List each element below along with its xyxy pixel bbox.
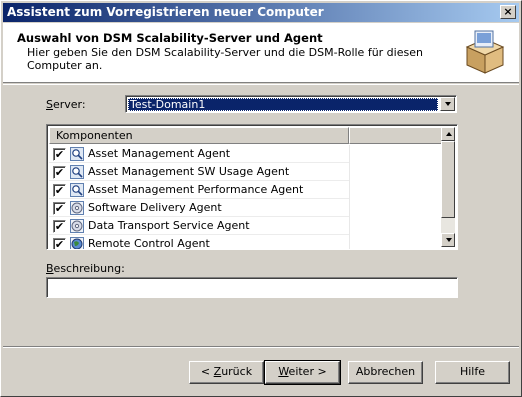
header-title: Auswahl von DSM Scalability-Server und A… [17,31,323,45]
window-title: Assistent zum Vorregistrieren neuer Comp… [7,5,324,19]
description-field[interactable] [46,277,458,298]
column-header-components[interactable]: Komponenten [49,127,349,144]
column-divider [349,181,350,199]
chevron-down-icon [446,238,452,242]
help-button[interactable]: Hilfe [435,361,510,384]
checkbox[interactable]: ✔ [53,148,66,161]
server-label: Server: [46,98,86,111]
list-item-label: Asset Management Agent [88,147,231,160]
scroll-up-button[interactable] [441,127,455,141]
list-item-label: Remote Control Agent [88,237,210,250]
title-bar: Assistent zum Vorregistrieren neuer Comp… [3,3,519,22]
vertical-scrollbar[interactable] [441,127,455,247]
wizard-header: Auswahl von DSM Scalability-Server und A… [3,23,519,83]
list-item[interactable]: ✔ Asset Management Agent [49,145,443,163]
wizard-window: Assistent zum Vorregistrieren neuer Comp… [0,0,522,397]
column-divider [349,199,350,217]
list-item-label: Asset Management SW Usage Agent [88,165,290,178]
box-icon [465,30,505,74]
server-select[interactable]: Test-Domain1 [125,95,457,113]
list-header: Komponenten [49,127,443,144]
list-item[interactable]: ✔ Asset Management SW Usage Agent [49,163,443,181]
server-select-value: Test-Domain1 [128,98,438,111]
globe-icon [70,237,84,249]
magnifier-icon [70,165,84,179]
back-button[interactable]: < Zurück [189,361,264,384]
magnifier-icon [70,147,84,161]
next-button[interactable]: Weiter > [264,360,341,385]
cancel-button[interactable]: Abbrechen [348,361,423,384]
column-header-empty[interactable] [349,127,443,144]
column-divider [349,145,350,163]
checkbox[interactable]: ✔ [53,184,66,197]
list-item-label: Data Transport Service Agent [88,219,250,232]
column-divider [349,235,350,249]
footer-divider [3,346,519,348]
checkbox[interactable]: ✔ [53,166,66,179]
column-divider [349,217,350,235]
chevron-up-icon [446,132,452,136]
checkbox[interactable]: ✔ [53,238,66,249]
list-item-label: Software Delivery Agent [88,201,222,214]
cd-icon [70,201,84,215]
list-item[interactable]: ✔ Remote Control Agent [49,235,443,250]
list-item[interactable]: ✔ Data Transport Service Agent [49,217,443,235]
list-item[interactable]: ✔ Asset Management Performance Agent [49,181,443,199]
description-label: Beschreibung: [46,262,125,275]
dropdown-arrow-button[interactable] [440,97,455,111]
components-list[interactable]: Komponenten ✔ Asset Management Agent ✔ A… [46,124,458,250]
magnifier-icon [70,183,84,197]
list-item[interactable]: ✔ Software Delivery Agent [49,199,443,217]
checkbox[interactable]: ✔ [53,220,66,233]
scroll-down-button[interactable] [441,233,455,247]
close-button[interactable]: × [500,5,516,19]
cd-icon [70,219,84,233]
checkbox[interactable]: ✔ [53,202,66,215]
chevron-down-icon [445,102,451,106]
header-subtitle: Hier geben Sie den DSM Scalability-Serve… [27,46,423,72]
list-item-label: Asset Management Performance Agent [88,183,304,196]
column-divider [349,163,350,181]
header-divider [3,84,519,85]
scroll-thumb[interactable] [441,141,455,218]
